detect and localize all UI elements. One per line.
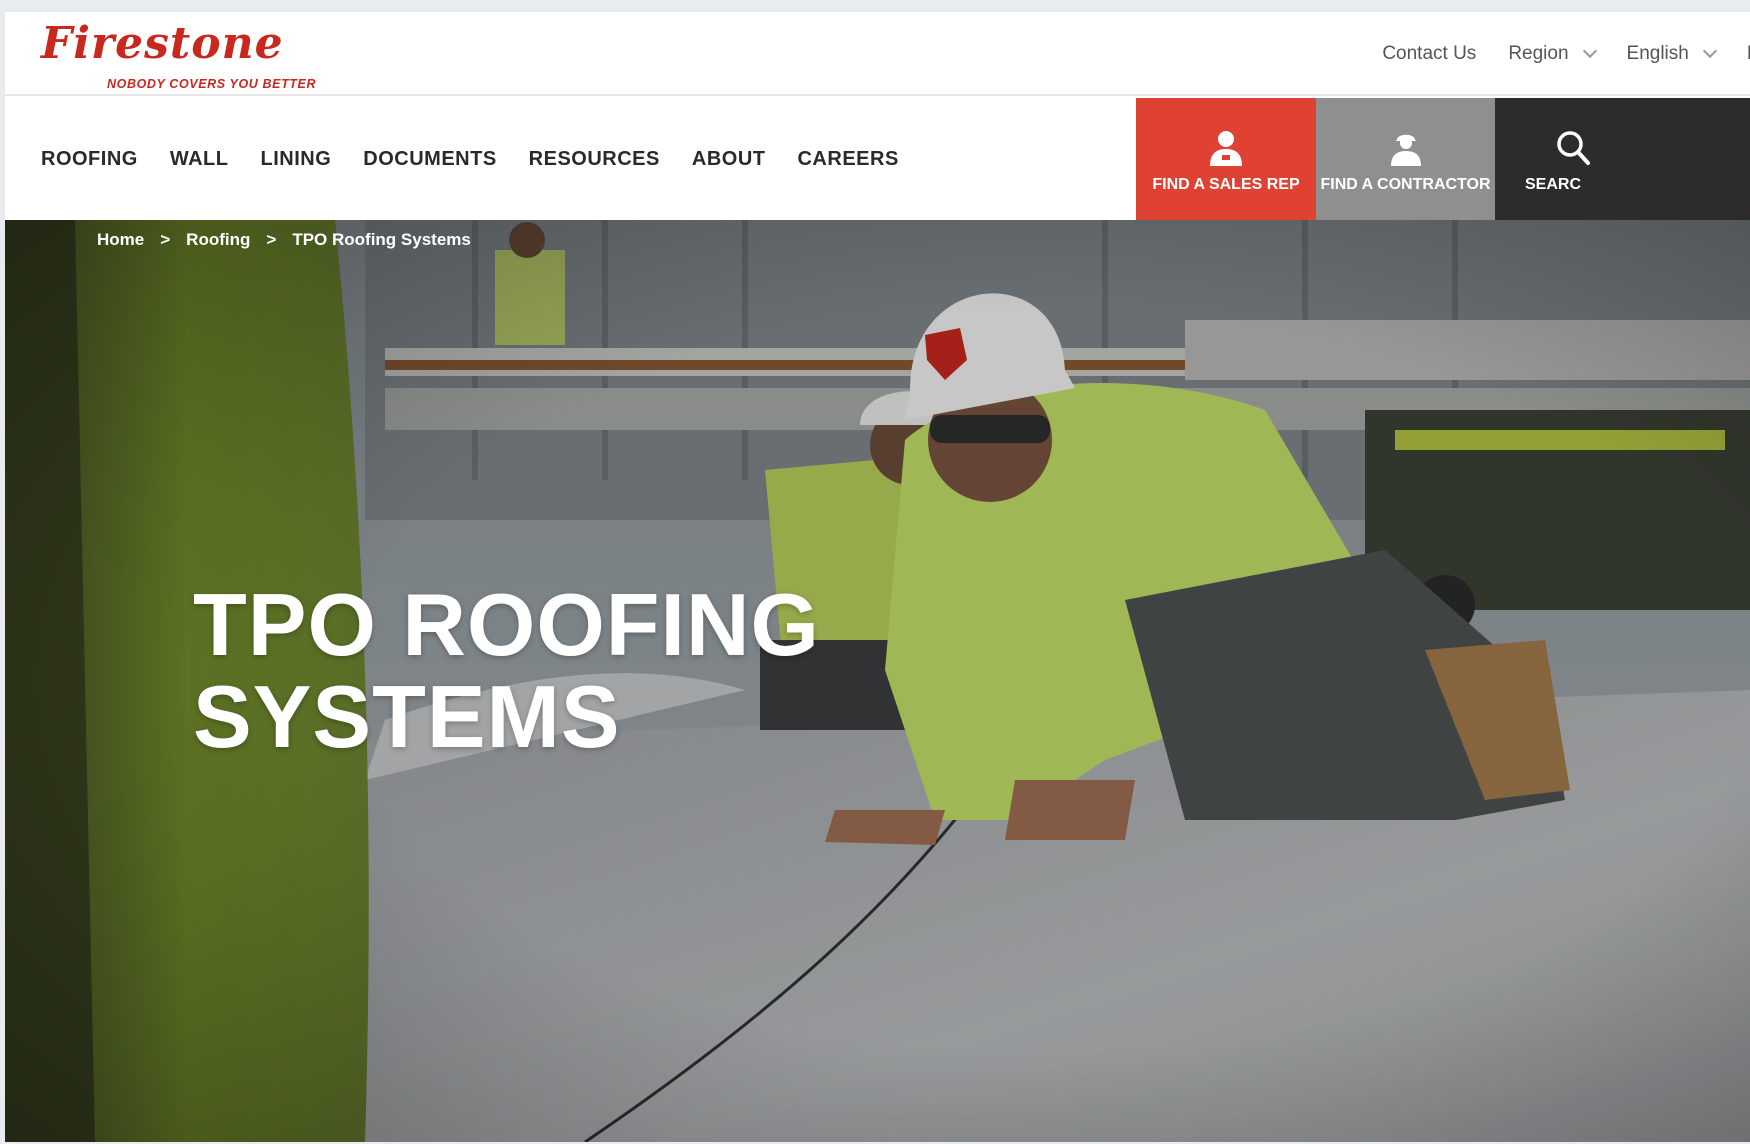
utility-links: Contact Us Region English Lo [1350,12,1750,96]
breadcrumb-roofing[interactable]: Roofing [186,230,250,250]
hero-title: TPO ROOFING SYSTEMS [193,574,953,766]
logo-tagline: NOBODY COVERS YOU BETTER [107,77,317,91]
nav-item-careers[interactable]: CAREERS [797,148,898,171]
breadcrumb-home[interactable]: Home [97,230,144,250]
contact-us-link[interactable]: Contact Us [1382,43,1476,65]
hero-title-line-2: SYSTEMS [193,666,621,766]
person-icon [1210,131,1242,166]
breadcrumb-current: TPO Roofing Systems [292,230,471,249]
region-label: Region [1508,43,1569,64]
search-icon [1557,131,1590,165]
find-contractor-label: FIND A CONTRACTOR [1320,176,1491,193]
nav-item-resources[interactable]: RESOURCES [529,148,660,171]
chevron-down-icon [1582,43,1597,59]
search-button[interactable]: SEARC [1495,98,1750,220]
search-label: SEARC [1525,176,1582,193]
browser-viewport: Firestone NOBODY COVERS YOU BETTER Conta… [5,12,1750,1142]
language-label: English [1626,43,1689,64]
contact-us-label: Contact Us [1382,43,1477,64]
region-dropdown[interactable]: Region [1508,43,1597,65]
find-contractor-button[interactable]: FIND A CONTRACTOR [1316,98,1495,220]
chevron-down-icon [1702,43,1717,59]
breadcrumb-separator: > [160,230,171,249]
nav-item-lining[interactable]: LINING [261,148,332,171]
main-nav-items: ROOFING WALL LINING DOCUMENTS RESOURCES … [41,98,931,220]
breadcrumb-separator: > [266,230,277,249]
find-sales-rep-label: FIND A SALES REP [1152,176,1300,193]
firestone-logo[interactable]: Firestone NOBODY COVERS YOU BETTER [41,22,316,91]
hero-title-line-1: TPO ROOFING [193,574,820,674]
hardhat-worker-icon [1390,134,1421,166]
nav-item-wall[interactable]: WALL [170,148,229,171]
language-dropdown[interactable]: English [1626,43,1717,65]
nav-item-about[interactable]: ABOUT [692,148,766,171]
main-navigation: ROOFING WALL LINING DOCUMENTS RESOURCES … [5,98,1750,220]
breadcrumb: Home > Roofing > TPO Roofing Systems [97,230,471,250]
hero-banner: Home > Roofing > TPO Roofing Systems TPO… [5,220,1750,1142]
find-sales-rep-button[interactable]: FIND A SALES REP [1136,98,1316,220]
utility-bar: Firestone NOBODY COVERS YOU BETTER Conta… [5,12,1750,96]
nav-item-documents[interactable]: DOCUMENTS [363,148,496,171]
nav-item-roofing[interactable]: ROOFING [41,148,138,171]
logo-wordmark: Firestone [41,18,284,69]
